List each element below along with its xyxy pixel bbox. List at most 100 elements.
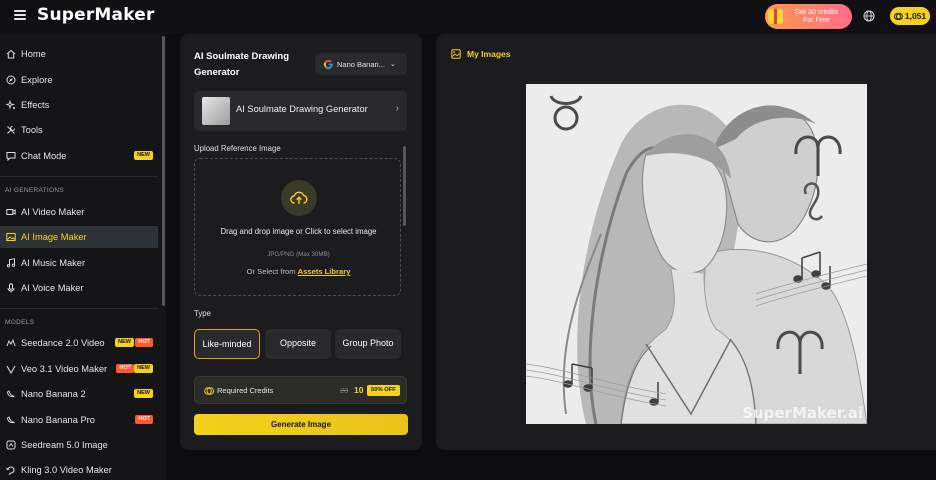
gallery-icon <box>451 49 461 59</box>
google-icon <box>323 59 333 69</box>
sidebar-item-label: Tools <box>21 125 43 135</box>
my-images-title: My Images <box>467 49 511 59</box>
required-credits-row: Required Credits 20 10 50% OFF <box>194 376 407 404</box>
coin-icon <box>204 387 214 395</box>
sidebar-item-nano-banana-pro[interactable]: Nano Banana Pro HOT <box>0 409 158 431</box>
logo[interactable]: SuperMaker <box>37 5 155 25</box>
upload-dropzone[interactable]: Drag and drop image or Click to select i… <box>194 158 401 296</box>
hot-badge: HOT <box>135 338 153 347</box>
required-credits-label: Required Credits <box>217 386 274 395</box>
chat-icon <box>6 151 16 161</box>
home-icon <box>6 49 16 59</box>
banana-icon <box>6 415 16 425</box>
discount-badge: 50% OFF <box>367 385 400 396</box>
assets-library-link[interactable]: Assets Library <box>298 267 351 276</box>
globe-icon[interactable] <box>863 10 875 22</box>
promo-button[interactable]: Get 30 credits For Free <box>765 4 852 29</box>
credits-balance: 1,051 <box>904 11 927 21</box>
sidebar-item-label: Explore <box>21 75 53 85</box>
template-name: AI Soulmate Drawing Generator <box>236 104 368 114</box>
mic-icon <box>6 283 16 293</box>
upload-instructions: Drag and drop image or Click to select i… <box>220 227 377 236</box>
video-icon <box>6 207 16 217</box>
assets-library-row: Or Select from Assets Library <box>195 267 402 276</box>
sidebar-item-kling[interactable]: Kling 3.0 Video Maker <box>0 459 158 480</box>
banana-icon <box>6 389 16 399</box>
sidebar-item-chat-mode[interactable]: Chat Mode NEW <box>0 145 158 167</box>
coin-icon <box>893 12 903 20</box>
credits-balance-button[interactable]: 1,051 <box>890 7 930 25</box>
sidebar-item-label: AI Music Maker <box>21 258 86 268</box>
section-label-models: MODELS <box>5 319 35 326</box>
sidebar-item-ai-voice-maker[interactable]: AI Voice Maker <box>0 277 158 299</box>
sidebar-item-label: AI Video Maker <box>21 207 85 217</box>
sidebar-item-nano-banana-2[interactable]: Nano Banana 2 NEW <box>0 383 158 405</box>
watermark: SuperMaker.ai <box>742 404 863 422</box>
sidebar-item-seedance[interactable]: Seedance 2.0 Video NEW HOT <box>0 332 158 354</box>
top-bar: SuperMaker Get 30 credits For Free 1,051 <box>0 0 936 34</box>
promo-line-1: Get 30 credits <box>794 8 839 16</box>
hot-badge: HOT <box>135 415 153 424</box>
sidebar-item-label: Nano Banana 2 <box>21 389 86 399</box>
type-option-like-minded[interactable]: Like-minded <box>194 329 260 359</box>
sidebar-item-seedream[interactable]: Seedream 5.0 Image <box>0 434 158 456</box>
compass-icon <box>6 75 16 85</box>
sparkle-icon <box>6 100 16 110</box>
template-thumbnail <box>202 97 230 125</box>
sidebar-item-label: Effects <box>21 100 50 110</box>
sidebar-item-effects[interactable]: Effects <box>0 94 158 116</box>
sidebar-item-veo[interactable]: Veo 3.1 Video Maker HOT NEW <box>0 358 158 380</box>
sidebar-item-ai-image-maker[interactable]: AI Image Maker <box>0 226 158 248</box>
sidebar-item-ai-music-maker[interactable]: AI Music Maker <box>0 252 158 274</box>
cloud-upload-icon <box>281 180 317 216</box>
sidebar-item-label: Kling 3.0 Video Maker <box>21 465 112 475</box>
model-select[interactable]: Nano Banan... ⌄ <box>315 53 407 75</box>
seedream-logo-icon <box>6 440 16 450</box>
sidebar: Home Explore Effects Tools Chat Mode NEW… <box>0 34 166 480</box>
type-option-opposite[interactable]: Opposite <box>265 329 331 359</box>
type-option-group-photo[interactable]: Group Photo <box>335 329 401 359</box>
type-label: Type <box>194 309 211 318</box>
sidebar-scrollbar[interactable] <box>162 36 165 306</box>
generate-image-button[interactable]: Generate Image <box>194 414 408 435</box>
new-badge: NEW <box>134 151 153 160</box>
panel-scrollbar[interactable] <box>403 146 406 226</box>
sidebar-item-home[interactable]: Home <box>0 43 158 65</box>
new-badge: NEW <box>134 389 153 398</box>
model-select-value: Nano Banan... <box>337 59 385 69</box>
new-badge: NEW <box>134 364 153 373</box>
panel-title: AI Soulmate Drawing Generator <box>194 51 290 78</box>
app-root: SuperMaker Get 30 credits For Free 1,051 … <box>0 0 936 480</box>
discounted-credits: 10 <box>354 385 364 395</box>
image-icon <box>6 232 16 242</box>
sidebar-item-ai-video-maker[interactable]: AI Video Maker <box>0 201 158 223</box>
section-label-generations: AI GENERATIONS <box>5 187 64 194</box>
promo-line-2: For Free <box>803 16 830 24</box>
upload-label: Upload Reference Image <box>194 144 281 153</box>
tools-icon <box>6 125 16 135</box>
template-card[interactable]: AI Soulmate Drawing Generator › <box>194 91 407 131</box>
sidebar-item-explore[interactable]: Explore <box>0 69 158 91</box>
music-icon <box>6 258 16 268</box>
veo-logo-icon <box>6 364 16 374</box>
generator-panel: AI Soulmate Drawing Generator Nano Banan… <box>180 34 422 450</box>
my-images-header: My Images <box>451 49 510 59</box>
chevron-right-icon: › <box>395 103 399 114</box>
chevron-down-icon: ⌄ <box>389 61 396 68</box>
my-images-panel: My Images SuperMaker.ai <box>436 34 936 450</box>
menu-icon[interactable] <box>14 10 26 20</box>
divider <box>0 308 158 309</box>
sidebar-item-label: Seedance 2.0 Video <box>21 338 105 348</box>
sidebar-item-label: Home <box>21 49 46 59</box>
sidebar-item-label: AI Image Maker <box>21 232 87 242</box>
gift-icon <box>768 9 783 24</box>
sidebar-item-label: Seedream 5.0 Image <box>21 440 108 450</box>
sidebar-item-label: AI Voice Maker <box>21 283 84 293</box>
divider <box>0 176 158 177</box>
generated-image-soulmate-sketch[interactable]: SuperMaker.ai <box>526 84 867 424</box>
seedance-logo-icon <box>6 338 16 348</box>
kling-logo-icon <box>6 465 16 475</box>
sidebar-item-label: Nano Banana Pro <box>21 415 95 425</box>
sidebar-item-tools[interactable]: Tools <box>0 119 158 141</box>
assets-library-prefix: Or Select from <box>246 267 296 276</box>
